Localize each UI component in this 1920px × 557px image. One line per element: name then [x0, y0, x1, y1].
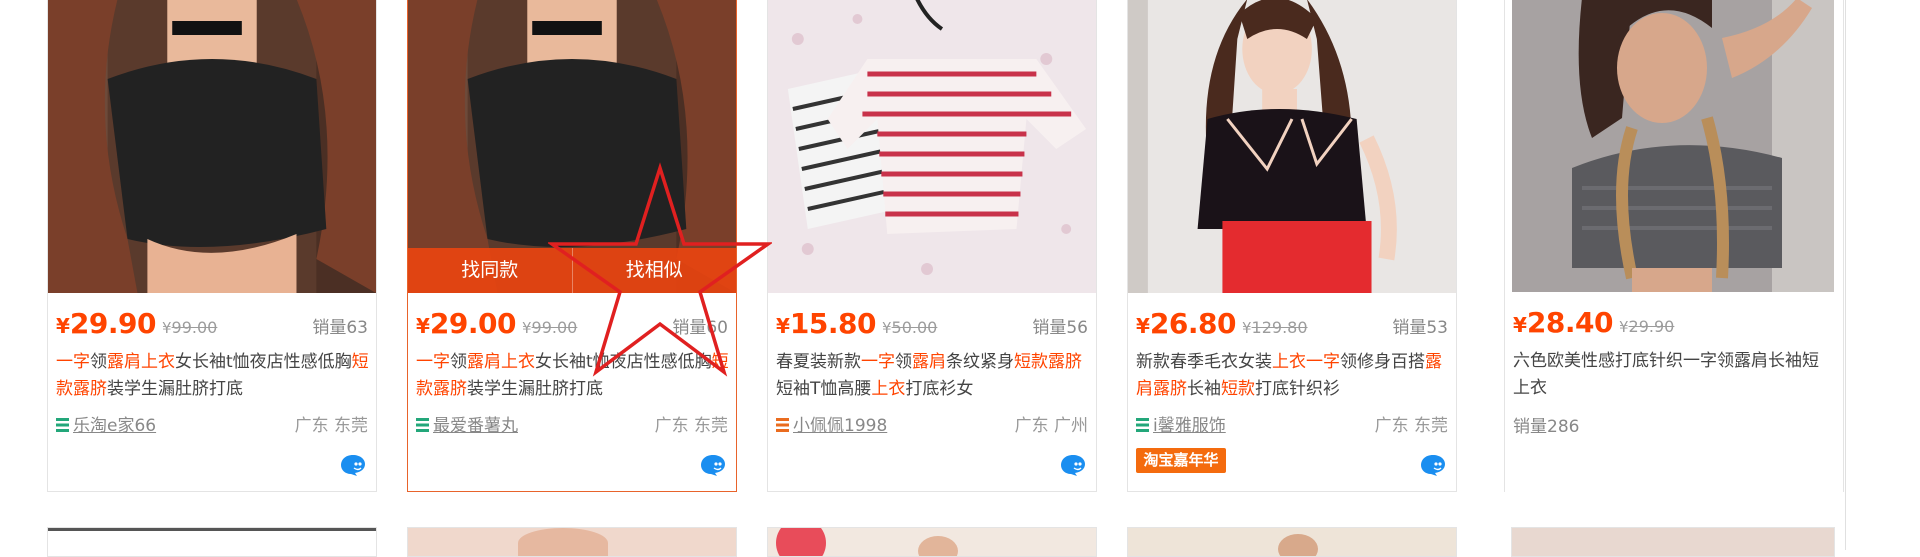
- hover-action-bar: 找同款 找相似: [408, 248, 736, 293]
- right-divider: [1845, 0, 1846, 550]
- original-price: ¥129.80: [1242, 318, 1308, 337]
- original-price: ¥99.00: [522, 318, 578, 337]
- price: 26.80: [1149, 307, 1237, 340]
- shop-line: 乐淘e家66 广东 东莞: [56, 411, 368, 439]
- shop-list-icon: [56, 418, 69, 432]
- product-image-1[interactable]: [48, 0, 376, 293]
- sales-count: 销量53: [1392, 318, 1448, 338]
- product-card-2[interactable]: 找同款 找相似 ¥29.00 ¥99.00 销量60 一字领露肩上衣女长袖t恤夜店…: [407, 0, 737, 492]
- shop-list-icon: [1136, 418, 1149, 432]
- shop-list-icon: [416, 418, 429, 432]
- shop-line: 最爱番薯丸 广东 东莞: [416, 411, 728, 439]
- find-similar-button[interactable]: 找相似: [571, 248, 737, 293]
- shop-line: i馨雅服饰 广东 东莞: [1136, 411, 1448, 439]
- location: 广东 东莞: [294, 416, 368, 436]
- find-same-button[interactable]: 找同款: [408, 248, 572, 293]
- original-price: ¥99.00: [162, 318, 218, 337]
- product-card-row2-3[interactable]: [767, 527, 1097, 557]
- original-price: ¥50.00: [882, 318, 938, 337]
- product-card-row2-5[interactable]: [1511, 527, 1835, 557]
- shop-link[interactable]: 最爱番薯丸: [433, 416, 518, 436]
- product-title[interactable]: 一字领露肩上衣女长袖t恤夜店性感低胸短款露脐装学生漏肚脐打底: [56, 349, 370, 403]
- product-card-5[interactable]: ¥28.40 ¥29.90 六色欧美性感打底针织一字领露肩长袖短上衣 销量286: [1504, 0, 1844, 492]
- carnival-badge[interactable]: 淘宝嘉年华: [1136, 448, 1226, 473]
- shop-link[interactable]: i馨雅服饰: [1153, 416, 1226, 436]
- product-title[interactable]: 一字领露肩上衣女长袖t恤夜店性感低胸短款露脐装学生漏肚脐打底: [416, 349, 730, 403]
- price-line: ¥29.00 ¥99.00 销量60: [416, 307, 728, 340]
- location: 广东 东莞: [654, 416, 728, 436]
- product-card-1[interactable]: ¥29.90 ¥99.00 销量63 一字领露肩上衣女长袖t恤夜店性感低胸短款露脐…: [47, 0, 377, 492]
- sales-count: 销量286: [1513, 417, 1580, 437]
- price-line: ¥28.40 ¥29.90: [1513, 306, 1675, 339]
- product-title[interactable]: 新款春季毛衣女装上衣一字领修身百搭露肩露脐长袖短款打底针织衫: [1136, 349, 1450, 403]
- original-price: ¥29.90: [1619, 317, 1675, 336]
- shop-link[interactable]: 乐淘e家66: [73, 416, 156, 436]
- shop-line: 小佩佩1998 广东 广州: [776, 411, 1088, 439]
- location: 广东 广州: [1014, 416, 1088, 436]
- product-image-5[interactable]: [1512, 0, 1834, 292]
- price: 29.90: [69, 307, 157, 340]
- sales-count: 销量60: [672, 318, 728, 338]
- price-line: ¥26.80 ¥129.80 销量53: [1136, 307, 1448, 340]
- shop-link[interactable]: 小佩佩1998: [793, 416, 887, 436]
- product-card-row2-1[interactable]: [47, 527, 377, 557]
- price-line: ¥15.80 ¥50.00 销量56: [776, 307, 1088, 340]
- price-line: ¥29.90 ¥99.00 销量63: [56, 307, 368, 343]
- price: 15.80: [789, 307, 877, 340]
- product-card-3[interactable]: ¥15.80 ¥50.00 销量56 春夏装新款一字领露肩条纹紧身短款露脐短袖T恤…: [767, 0, 1097, 492]
- sales-count: 销量56: [1032, 318, 1088, 338]
- currency-symbol: ¥: [56, 314, 70, 338]
- sales-count: 销量63: [312, 318, 368, 338]
- product-title[interactable]: 春夏装新款一字领露肩条纹紧身短款露脐短袖T恤高腰上衣打底衫女: [776, 349, 1090, 403]
- wangwang-chat-icon[interactable]: [1420, 453, 1446, 477]
- location: 广东 东莞: [1374, 416, 1448, 436]
- wangwang-chat-icon[interactable]: [340, 453, 366, 477]
- product-title[interactable]: 六色欧美性感打底针织一字领露肩长袖短上衣: [1513, 348, 1833, 402]
- price: 29.00: [429, 307, 517, 340]
- price: 28.40: [1526, 306, 1614, 339]
- product-card-4[interactable]: ¥26.80 ¥129.80 销量53 新款春季毛衣女装上衣一字领修身百搭露肩露脐…: [1127, 0, 1457, 492]
- product-image-3[interactable]: [768, 0, 1096, 293]
- wangwang-chat-icon[interactable]: [700, 453, 726, 477]
- product-card-row2-4[interactable]: [1127, 527, 1457, 557]
- product-card-row2-2[interactable]: [407, 527, 737, 557]
- product-image-4[interactable]: [1128, 0, 1456, 293]
- wangwang-chat-icon[interactable]: [1060, 453, 1086, 477]
- shop-list-icon: [776, 418, 789, 432]
